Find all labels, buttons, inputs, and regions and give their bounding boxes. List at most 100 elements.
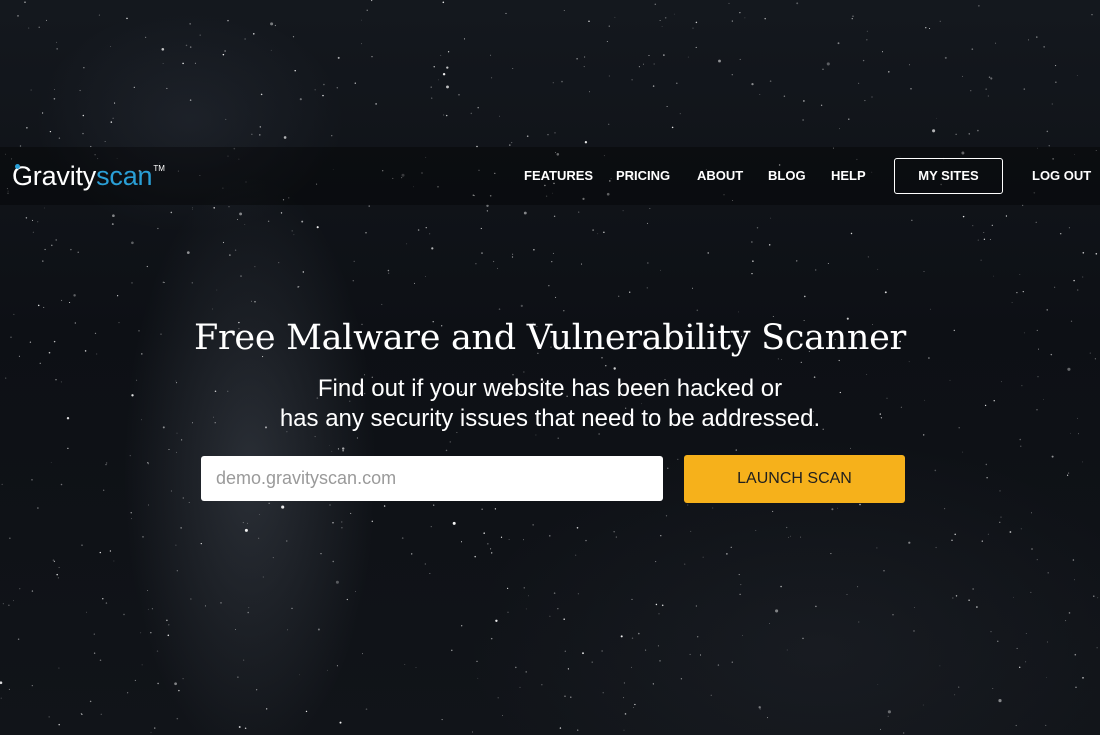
star — [495, 619, 498, 622]
star — [430, 526, 432, 528]
star — [44, 248, 46, 251]
star — [822, 68, 824, 71]
nav-blog[interactable]: BLOG — [768, 158, 806, 194]
star — [647, 222, 649, 224]
star — [336, 87, 338, 89]
star — [247, 522, 248, 524]
star — [291, 230, 293, 232]
star — [864, 100, 866, 102]
star — [1019, 273, 1021, 275]
star — [638, 66, 640, 68]
star — [329, 504, 331, 506]
star — [42, 112, 44, 114]
star — [850, 447, 851, 449]
star — [800, 361, 802, 364]
star — [458, 93, 460, 96]
star — [738, 574, 740, 576]
star — [500, 536, 503, 538]
star — [826, 62, 830, 66]
star — [664, 17, 667, 19]
star — [46, 19, 47, 21]
star — [1046, 677, 1047, 678]
star — [176, 570, 178, 572]
star — [98, 14, 100, 16]
star — [13, 600, 14, 602]
star — [430, 86, 432, 88]
starfield-background — [0, 0, 1099, 734]
star — [335, 580, 339, 584]
star — [989, 239, 991, 241]
star — [990, 631, 992, 633]
star — [19, 588, 21, 590]
star — [851, 18, 853, 20]
star — [603, 231, 605, 233]
star — [314, 436, 316, 438]
star — [342, 450, 344, 452]
star — [8, 688, 10, 690]
star — [442, 72, 446, 76]
nav-pricing[interactable]: PRICING — [616, 158, 670, 194]
nav-help[interactable]: HELP — [831, 158, 866, 194]
star — [533, 249, 535, 251]
my-sites-button[interactable]: MY SITES — [894, 158, 1003, 194]
star — [383, 505, 386, 507]
star — [53, 98, 56, 100]
star — [877, 268, 879, 270]
star — [1013, 596, 1015, 598]
star — [676, 82, 678, 84]
star — [43, 306, 45, 308]
star — [244, 224, 246, 225]
star — [695, 46, 697, 48]
star — [146, 265, 148, 268]
star — [692, 287, 693, 289]
star — [176, 451, 178, 453]
star — [511, 256, 514, 258]
star — [983, 232, 985, 234]
launch-scan-button[interactable]: LAUNCH SCAN — [684, 455, 905, 503]
star — [523, 211, 527, 215]
star — [512, 67, 514, 70]
star — [580, 263, 583, 265]
star — [976, 606, 978, 608]
star — [1016, 647, 1018, 649]
star — [1009, 531, 1012, 533]
star — [1, 483, 3, 485]
star — [302, 271, 304, 273]
star — [620, 635, 623, 638]
logout-link[interactable]: LOG OUT — [1032, 158, 1091, 194]
star — [788, 536, 789, 538]
nav-about[interactable]: ABOUT — [697, 158, 743, 194]
star — [32, 231, 34, 233]
nav-features[interactable]: FEATURES — [524, 158, 593, 194]
star — [1030, 591, 1032, 593]
star — [134, 679, 136, 681]
star — [744, 17, 746, 19]
star — [1096, 647, 1098, 649]
star — [83, 67, 85, 69]
star — [31, 590, 34, 592]
star — [759, 94, 761, 96]
star — [848, 118, 850, 120]
star — [162, 63, 164, 64]
star — [659, 20, 661, 21]
star — [24, 1, 26, 3]
star — [157, 682, 159, 685]
star — [985, 88, 987, 90]
star — [618, 295, 620, 297]
star — [224, 50, 226, 52]
website-url-input[interactable] — [201, 456, 663, 501]
star — [606, 41, 608, 42]
star — [958, 686, 960, 688]
star — [622, 210, 624, 212]
star — [877, 684, 879, 685]
star — [751, 241, 753, 243]
star — [185, 44, 188, 47]
star — [509, 144, 511, 146]
star — [286, 540, 288, 542]
star — [37, 221, 39, 223]
star — [1094, 358, 1096, 360]
star — [70, 248, 72, 251]
star — [786, 526, 788, 529]
star — [259, 134, 261, 136]
star — [26, 127, 28, 129]
